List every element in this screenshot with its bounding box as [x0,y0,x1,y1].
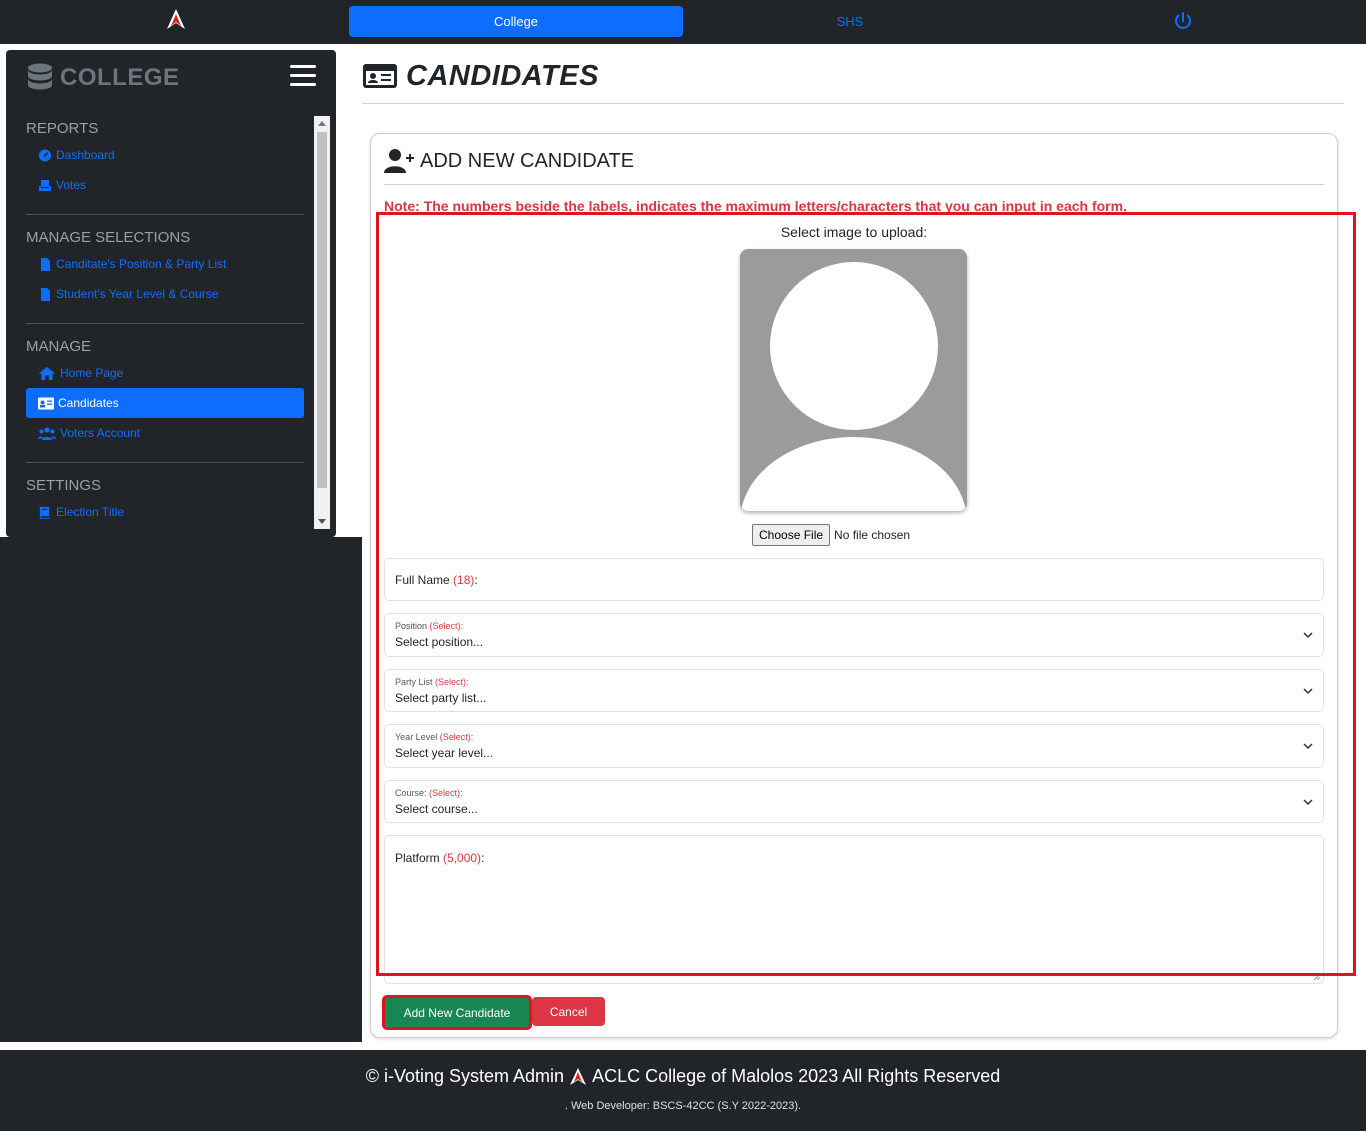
sidebar-item-label: Voters Account [60,426,141,440]
sidebar-item-label: Election Title [56,505,125,519]
tab-shs[interactable]: SHS [800,6,900,37]
page-header: CANDIDATES [362,58,599,94]
file-icon [41,287,50,301]
footer-copyright: © i-Voting System Admin ACLC College of … [0,1066,1366,1087]
card-header: ADD NEW CANDIDATE [384,146,634,176]
file-icon [41,257,50,271]
scroll-down-arrow-icon[interactable] [318,519,326,524]
sidebar-item-election-title[interactable]: Election Title [26,497,324,527]
footer-developer: . Web Developer: BSCS-42CC (S.Y 2022-202… [564,1100,802,1112]
users-icon [38,426,56,440]
divider [26,462,304,463]
gauge-icon [38,148,52,162]
section-title-settings: SETTINGS [26,477,102,494]
sidebar-item-candidates[interactable]: Candidates [26,388,304,418]
divider [26,214,304,215]
sidebar-item-label: Candidates [58,396,119,410]
scroll-up-arrow-icon[interactable] [318,121,326,126]
top-navbar: College SHS [0,0,1366,44]
id-card-icon [38,397,54,409]
sidebar-item-label: Votes [56,178,87,192]
sidebar-item-label: Student's Year Level & Course [56,287,219,301]
sidebar-item-home-page[interactable]: Home Page [26,358,324,388]
section-title-manage: MANAGE [26,338,92,355]
card-divider [384,184,1324,185]
page-title: CANDIDATES [406,59,599,92]
header-divider [362,103,1344,104]
footer-text-left: © i-Voting System Admin [365,1066,565,1086]
sidebar-item-label: Canditate's Position & Party List [56,257,227,271]
sidebar-background [0,537,362,1042]
tab-college[interactable]: College [349,6,683,37]
footer-text-right: ACLC College of Malolos 2023 All Rights … [592,1066,1001,1086]
sidebar-item-dashboard[interactable]: Dashboard [26,140,324,170]
divider [26,323,304,324]
sidebar-item-year-course[interactable]: Student's Year Level & Course [26,279,324,309]
sidebar-item-votes[interactable]: Votes [26,170,324,200]
section-title-reports: REPORTS [26,120,99,137]
user-plus-icon [384,149,414,173]
sidebar-scrollbar[interactable] [314,116,330,529]
vote-box-icon [39,179,51,191]
sidebar-item-position-party[interactable]: Canditate's Position & Party List [26,249,324,279]
database-icon [28,63,52,90]
id-card-icon [363,64,397,88]
sidebar-nav: REPORTS Dashboard Votes MANAGE SELECTION… [26,116,324,529]
scrollbar-thumb[interactable] [317,132,327,488]
aclc-logo-icon [570,1067,587,1085]
sidebar-title: COLLEGE [26,62,180,94]
power-icon[interactable] [1172,10,1194,32]
sidebar-item-label: Home Page [60,366,124,380]
sidebar-item-label: Dashboard [56,148,115,162]
add-new-candidate-button[interactable]: Add New Candidate [382,995,532,1030]
sidebar-item-voters-account[interactable]: Voters Account [26,418,324,448]
section-title-manage-selections: MANAGE SELECTIONS [26,229,191,246]
home-icon [38,366,56,380]
highlight-box [376,212,1356,976]
sidebar-title-text: COLLEGE [60,64,180,91]
cancel-button[interactable]: Cancel [532,997,605,1026]
aclc-logo-icon[interactable] [165,8,187,32]
card-title: ADD NEW CANDIDATE [420,149,635,172]
hamburger-menu-icon[interactable] [290,65,316,87]
book-icon [39,506,51,519]
sidebar: COLLEGE REPORTS Dashboard Votes MANAGE S… [6,50,336,537]
footer: © i-Voting System Admin ACLC College of … [0,1050,1366,1131]
